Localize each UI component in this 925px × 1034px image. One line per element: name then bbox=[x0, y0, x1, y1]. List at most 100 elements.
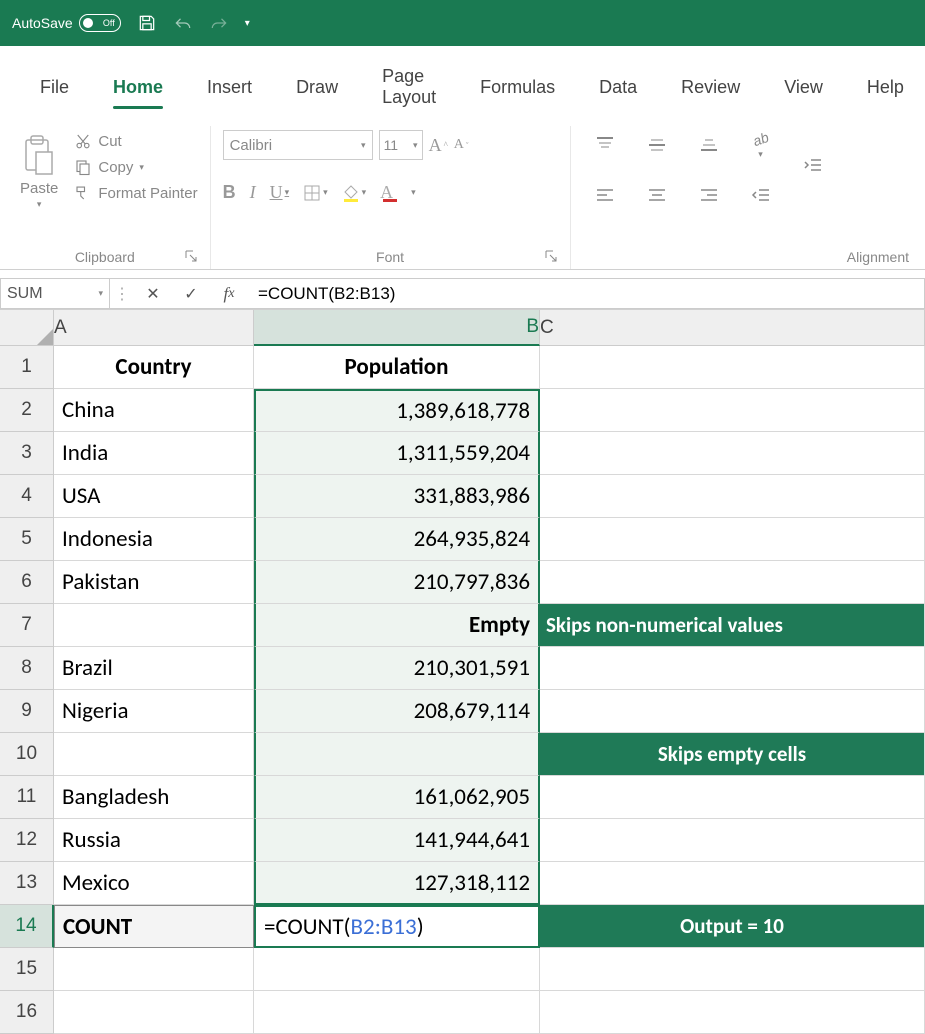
align-center-button[interactable] bbox=[635, 180, 679, 210]
row-header[interactable]: 7 bbox=[0, 604, 54, 647]
cell[interactable]: Indonesia bbox=[54, 518, 254, 561]
accept-formula-button[interactable]: ✓ bbox=[172, 284, 210, 304]
row-header[interactable]: 15 bbox=[0, 948, 54, 991]
cell[interactable] bbox=[540, 432, 925, 475]
align-left-button[interactable] bbox=[583, 180, 627, 210]
cell[interactable]: 210,797,836 bbox=[254, 561, 540, 604]
customize-qat-icon[interactable]: ▾ bbox=[245, 18, 250, 29]
formula-input[interactable]: =COUNT(B2:B13) bbox=[248, 278, 925, 309]
cell[interactable] bbox=[540, 862, 925, 905]
paste-button[interactable]: Paste ▾ bbox=[12, 130, 66, 214]
fill-color-button[interactable]: ▾ bbox=[342, 184, 367, 202]
align-middle-button[interactable] bbox=[635, 130, 679, 160]
align-right-button[interactable] bbox=[687, 180, 731, 210]
note-cell[interactable]: Skips empty cells bbox=[540, 733, 925, 776]
dialog-launcher-icon[interactable] bbox=[184, 249, 198, 263]
cell[interactable]: Mexico bbox=[54, 862, 254, 905]
tab-draw[interactable]: Draw bbox=[274, 71, 360, 108]
font-color-button[interactable]: A▾ bbox=[380, 182, 416, 203]
undo-icon[interactable] bbox=[173, 13, 193, 33]
cell[interactable] bbox=[54, 948, 254, 991]
row-header[interactable]: 11 bbox=[0, 776, 54, 819]
row-header[interactable]: 1 bbox=[0, 346, 54, 389]
note-cell[interactable]: Output = 10 bbox=[540, 905, 925, 948]
cell-a1[interactable]: Country bbox=[54, 346, 254, 389]
tab-file[interactable]: File bbox=[18, 71, 91, 108]
row-header[interactable]: 8 bbox=[0, 647, 54, 690]
autosave-toggle[interactable]: AutoSave Off bbox=[12, 14, 121, 32]
cell[interactable] bbox=[540, 991, 925, 1034]
cell[interactable]: Russia bbox=[54, 819, 254, 862]
cell[interactable] bbox=[540, 561, 925, 604]
cell[interactable]: China bbox=[54, 389, 254, 432]
cell[interactable] bbox=[540, 647, 925, 690]
cell[interactable]: Bangladesh bbox=[54, 776, 254, 819]
align-bottom-button[interactable] bbox=[687, 130, 731, 160]
cell[interactable]: Pakistan bbox=[54, 561, 254, 604]
row-header[interactable]: 2 bbox=[0, 389, 54, 432]
cell[interactable]: 264,935,824 bbox=[254, 518, 540, 561]
cell[interactable] bbox=[254, 948, 540, 991]
redo-icon[interactable] bbox=[209, 13, 229, 33]
note-cell[interactable]: Skips non-numerical values bbox=[540, 604, 925, 647]
dialog-launcher-icon[interactable] bbox=[544, 249, 558, 263]
cell[interactable] bbox=[540, 690, 925, 733]
tab-insert[interactable]: Insert bbox=[185, 71, 274, 108]
row-header[interactable]: 10 bbox=[0, 733, 54, 776]
cell-c1[interactable] bbox=[540, 346, 925, 389]
tab-review[interactable]: Review bbox=[659, 71, 762, 108]
row-header[interactable]: 5 bbox=[0, 518, 54, 561]
bold-button[interactable]: B bbox=[223, 182, 236, 203]
row-header[interactable]: 9 bbox=[0, 690, 54, 733]
cell[interactable] bbox=[254, 733, 540, 776]
tab-page-layout[interactable]: Page Layout bbox=[360, 60, 458, 118]
tab-help[interactable]: Help bbox=[845, 71, 925, 108]
row-header[interactable]: 6 bbox=[0, 561, 54, 604]
row-header[interactable]: 3 bbox=[0, 432, 54, 475]
italic-button[interactable]: I bbox=[250, 182, 256, 203]
col-header-a[interactable]: A bbox=[54, 310, 254, 346]
row-header[interactable]: 13 bbox=[0, 862, 54, 905]
cell-b1[interactable]: Population bbox=[254, 346, 540, 389]
font-family-select[interactable]: Calibri▾ bbox=[223, 130, 373, 160]
cell[interactable]: 161,062,905 bbox=[254, 776, 540, 819]
border-button[interactable]: ▾ bbox=[303, 184, 328, 202]
decrease-font-icon[interactable]: Aˇ bbox=[454, 137, 469, 153]
row-header[interactable]: 12 bbox=[0, 819, 54, 862]
cell[interactable]: Nigeria bbox=[54, 690, 254, 733]
cell[interactable] bbox=[540, 948, 925, 991]
orientation-button[interactable]: ab▾ bbox=[739, 130, 783, 160]
cut-button[interactable]: Cut bbox=[74, 132, 197, 150]
cell[interactable] bbox=[254, 991, 540, 1034]
format-painter-button[interactable]: Format Painter bbox=[74, 184, 197, 202]
cell[interactable] bbox=[540, 518, 925, 561]
cell[interactable]: 1,311,559,204 bbox=[254, 432, 540, 475]
col-header-c[interactable]: C bbox=[540, 310, 925, 346]
cell[interactable]: 141,944,641 bbox=[254, 819, 540, 862]
cell[interactable]: India bbox=[54, 432, 254, 475]
cell[interactable]: USA bbox=[54, 475, 254, 518]
underline-button[interactable]: U ▾ bbox=[270, 182, 290, 203]
tab-home[interactable]: Home bbox=[91, 71, 185, 108]
insert-function-button[interactable]: fx bbox=[210, 284, 248, 304]
tab-view[interactable]: View bbox=[762, 71, 845, 108]
decrease-indent-button[interactable] bbox=[739, 180, 783, 210]
col-header-b[interactable]: B bbox=[254, 310, 540, 346]
row-header[interactable]: 4 bbox=[0, 475, 54, 518]
save-icon[interactable] bbox=[137, 13, 157, 33]
cell[interactable] bbox=[540, 776, 925, 819]
select-all-corner[interactable] bbox=[0, 310, 54, 346]
cell[interactable]: 127,318,112 bbox=[254, 862, 540, 905]
cell[interactable] bbox=[54, 604, 254, 647]
cell[interactable] bbox=[540, 389, 925, 432]
increase-indent-button[interactable] bbox=[791, 150, 835, 180]
active-cell-b14[interactable]: =COUNT(B2:B13) bbox=[254, 905, 540, 948]
cancel-formula-button[interactable]: ✕ bbox=[134, 284, 172, 304]
toggle-switch[interactable]: Off bbox=[79, 14, 121, 32]
font-size-select[interactable]: 11▾ bbox=[379, 130, 423, 160]
row-header[interactable]: 14 bbox=[0, 905, 54, 948]
cell[interactable]: 210,301,591 bbox=[254, 647, 540, 690]
tab-data[interactable]: Data bbox=[577, 71, 659, 108]
cell[interactable] bbox=[540, 475, 925, 518]
name-box[interactable]: SUM ▾ bbox=[0, 278, 110, 309]
